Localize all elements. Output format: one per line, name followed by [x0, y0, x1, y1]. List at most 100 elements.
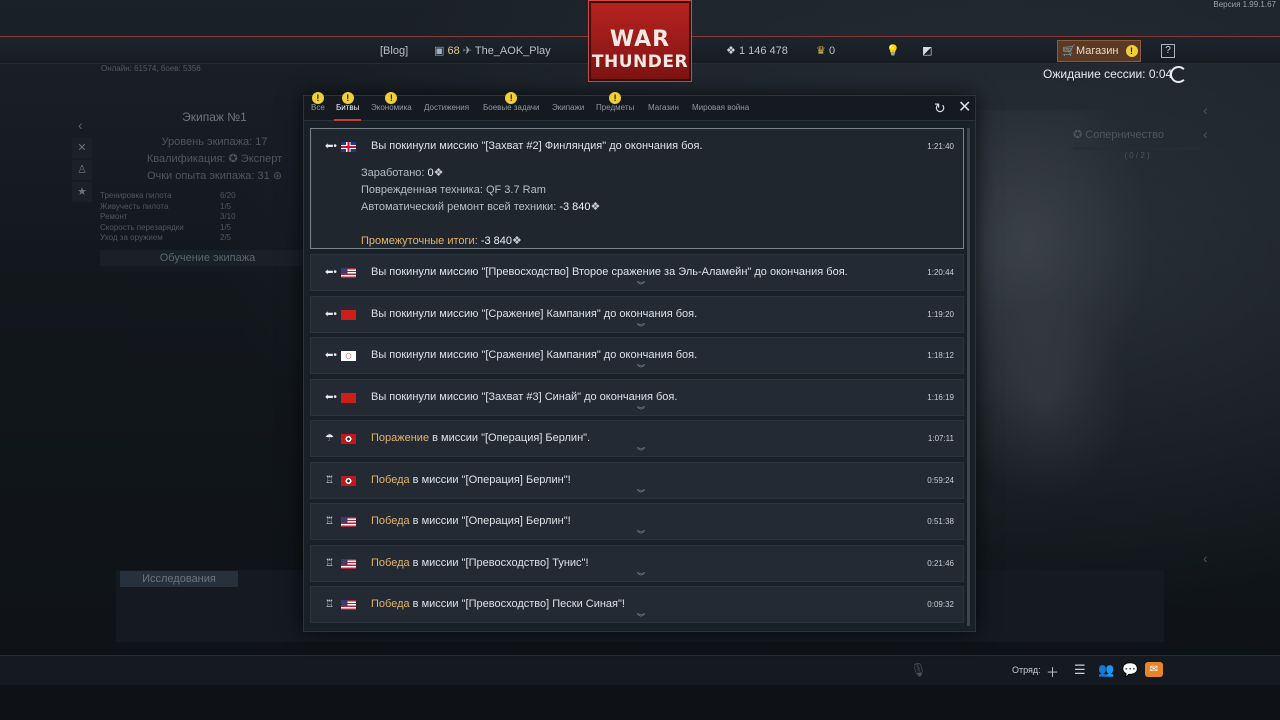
wallpaper-icon[interactable]: ◩	[922, 37, 932, 65]
expand-chevron-icon[interactable]: ︾	[637, 572, 645, 580]
train-crew-button[interactable]: Обучение экипажа	[100, 249, 315, 266]
crew-xp: Очки опыта экипажа: 31 ⊛	[146, 170, 283, 182]
rank-icon: ✈	[462, 45, 472, 57]
tab-items[interactable]: ! Предметы	[596, 92, 634, 112]
leave-icon: ⬅•	[325, 391, 337, 403]
close-icon[interactable]: ✕	[958, 100, 971, 116]
profile-button[interactable]: ▣ 68 ✈ The_AOK_Play	[434, 37, 551, 65]
chevron-left-icon[interactable]: ‹	[1203, 102, 1208, 118]
chevron-left-icon[interactable]: ‹	[1203, 126, 1208, 142]
trophy-icon: ♖	[325, 474, 334, 486]
help-button[interactable]: ?	[1161, 44, 1175, 58]
rivalry-panel: ✪ Соперничество ( 0 / 2 )	[1073, 128, 1201, 160]
warning-icon: !	[341, 92, 354, 104]
notification-message: Победа в миссии "[Операция] Берлин"!	[371, 473, 571, 486]
expand-chevron-icon[interactable]: ︾	[637, 365, 645, 373]
tab-all[interactable]: ! Все	[311, 92, 325, 112]
shop-button[interactable]: 🛒 Магазин !	[1057, 40, 1141, 62]
list-scrollbar[interactable]	[967, 128, 970, 626]
rivalry-count: ( 0 / 2 )	[1124, 151, 1150, 160]
tab-battle-tasks[interactable]: ! Боевые задачи	[483, 92, 540, 112]
crew-title: Экипаж №1	[182, 110, 247, 124]
star-icon[interactable]: ★	[72, 182, 92, 202]
list-icon[interactable]: ☰	[1074, 662, 1086, 678]
notification-details: Заработано: 0❖ Поврежденная техника: QF …	[361, 167, 601, 247]
notification-entry[interactable]: ♖ Победа в миссии "[Превосходство] Тунис…	[310, 544, 964, 582]
session-wait-status: Ожидание сессии: 0:04	[1043, 66, 1187, 83]
notification-entry[interactable]: ☂ Поражение в миссии "[Операция] Берлин"…	[310, 420, 964, 457]
notification-entry[interactable]: ♖ Победа в миссии "[Превосходство] Пески…	[310, 586, 964, 623]
expand-chevron-icon[interactable]: ︾	[637, 282, 645, 290]
refresh-icon[interactable]: ↻	[934, 100, 946, 116]
notification-time: 1:21:40	[927, 142, 954, 151]
flag-germany-icon	[341, 475, 356, 486]
pilot-icon[interactable]: ♙	[72, 160, 92, 180]
notification-entry[interactable]: ⬅• Вы покинули миссию "[Превосходство] В…	[310, 254, 964, 291]
expand-chevron-icon[interactable]: ︾	[637, 406, 645, 414]
notification-message: Вы покинули миссию "[Захват #3] Синай" д…	[371, 390, 678, 403]
warning-icon: !	[311, 92, 324, 104]
lightbulb-icon[interactable]: 💡	[886, 37, 900, 65]
flag-ussr-icon	[341, 309, 356, 320]
expand-chevron-icon[interactable]: ︾	[637, 614, 645, 622]
add-squad-icon[interactable]: ＋	[1046, 662, 1059, 681]
research-tab[interactable]: Исследования	[120, 571, 238, 587]
expand-chevron-icon[interactable]: ︾	[637, 448, 645, 456]
flag-ussr-icon	[341, 392, 356, 403]
silver-lions[interactable]: ❖ 1 146 478	[726, 37, 788, 65]
golden-eagles-icon: ♛	[816, 45, 826, 57]
logo-line2: THUNDER	[591, 52, 689, 72]
tab-crews[interactable]: Экипажи	[552, 103, 584, 112]
notifications-window: ! Все ! Битвы ! Экономика Достижения ! Б…	[303, 92, 976, 632]
flag-us-icon	[341, 600, 356, 610]
tab-economy[interactable]: ! Экономика	[371, 92, 412, 112]
crew-skills: Тренировка пилота 6/20 Живучесть пилота 1/…	[100, 191, 315, 244]
cart-icon: 🛒	[1062, 45, 1076, 57]
bottom-bar: 🎙 Отряд: ＋ ☰ 👥 💬 ✉	[0, 655, 1280, 685]
flag-us-icon	[341, 558, 356, 569]
silver-lions-icon: ❖	[512, 235, 522, 247]
blog-link[interactable]: [Blog]	[380, 37, 408, 65]
tab-battles[interactable]: ! Битвы	[333, 92, 362, 121]
notification-message: Победа в миссии "[Превосходство] Тунис"!	[371, 556, 589, 569]
notification-entry[interactable]: ⬅• Вы покинули миссию "[Сражение] Кампан…	[310, 295, 964, 333]
notification-message: Победа в миссии "[Превосходство] Пески С…	[371, 598, 625, 610]
tab-world-war[interactable]: Мировая война	[692, 103, 749, 112]
tab-achievements[interactable]: Достижения	[424, 103, 469, 112]
notification-entry[interactable]: ♖ Победа в миссии "[Операция] Берлин"! 0…	[310, 461, 964, 499]
squad-label: Отряд:	[1012, 665, 1041, 675]
version-label: Версия 1.99.1.67	[1213, 0, 1276, 9]
notification-message: Вы покинули миссию "[Сражение] Кампания"…	[371, 307, 698, 320]
microphone-icon[interactable]: 🎙	[910, 662, 927, 678]
flag-uk-icon	[341, 142, 356, 152]
skill-row: Ремонт 3/10	[100, 212, 236, 221]
chevron-left-icon[interactable]: ‹	[1203, 550, 1208, 566]
chat-icon[interactable]: 💬	[1122, 662, 1138, 678]
shop-label: Магазин	[1076, 45, 1119, 57]
notification-time: 1:20:44	[927, 268, 954, 277]
expand-chevron-icon[interactable]: ︾	[637, 323, 645, 331]
skill-row: Живучесть пилота 1/5	[100, 201, 232, 211]
flag-us-icon	[341, 268, 356, 278]
online-stats: Онлайн: 61574, боев: 5356	[101, 64, 201, 73]
skill-row: Тренировка пилота 6/20	[100, 191, 236, 200]
contacts-icon[interactable]: 👥	[1098, 662, 1114, 678]
expand-chevron-icon[interactable]: ︾	[637, 489, 645, 497]
war-thunder-logo[interactable]: WAR THUNDER	[588, 0, 692, 82]
notification-time: 1:19:20	[927, 309, 954, 319]
notification-entry[interactable]: ⬅• Вы покинули миссию "[Сражение] Кампан…	[310, 337, 964, 374]
chevron-left-icon[interactable]: ‹	[78, 117, 83, 133]
notification-entry[interactable]: ♖ Победа в миссии "[Операция] Берлин"! 0…	[310, 503, 964, 540]
trophy-icon: ♖	[325, 599, 334, 610]
notification-entry[interactable]: ⬅• Вы покинули миссию "[Захват #3] Синай…	[310, 378, 964, 416]
golden-eagles[interactable]: ♛ 0	[816, 37, 835, 65]
tools-icon[interactable]: ✕	[72, 138, 92, 158]
notification-entry-expanded[interactable]: ⬅• Вы покинули миссию "[Захват #2] Финля…	[310, 128, 964, 249]
golden-eagles-value: 0	[828, 45, 836, 57]
notification-time: 0:51:38	[927, 517, 954, 526]
crew-side-icons: ✕ ♙ ★	[72, 138, 92, 204]
tab-shop[interactable]: Магазин	[648, 103, 679, 112]
mail-icon[interactable]: ✉	[1145, 662, 1163, 677]
silver-lions-value: 1 146 478	[738, 45, 788, 57]
expand-chevron-icon[interactable]: ︾	[637, 531, 645, 539]
